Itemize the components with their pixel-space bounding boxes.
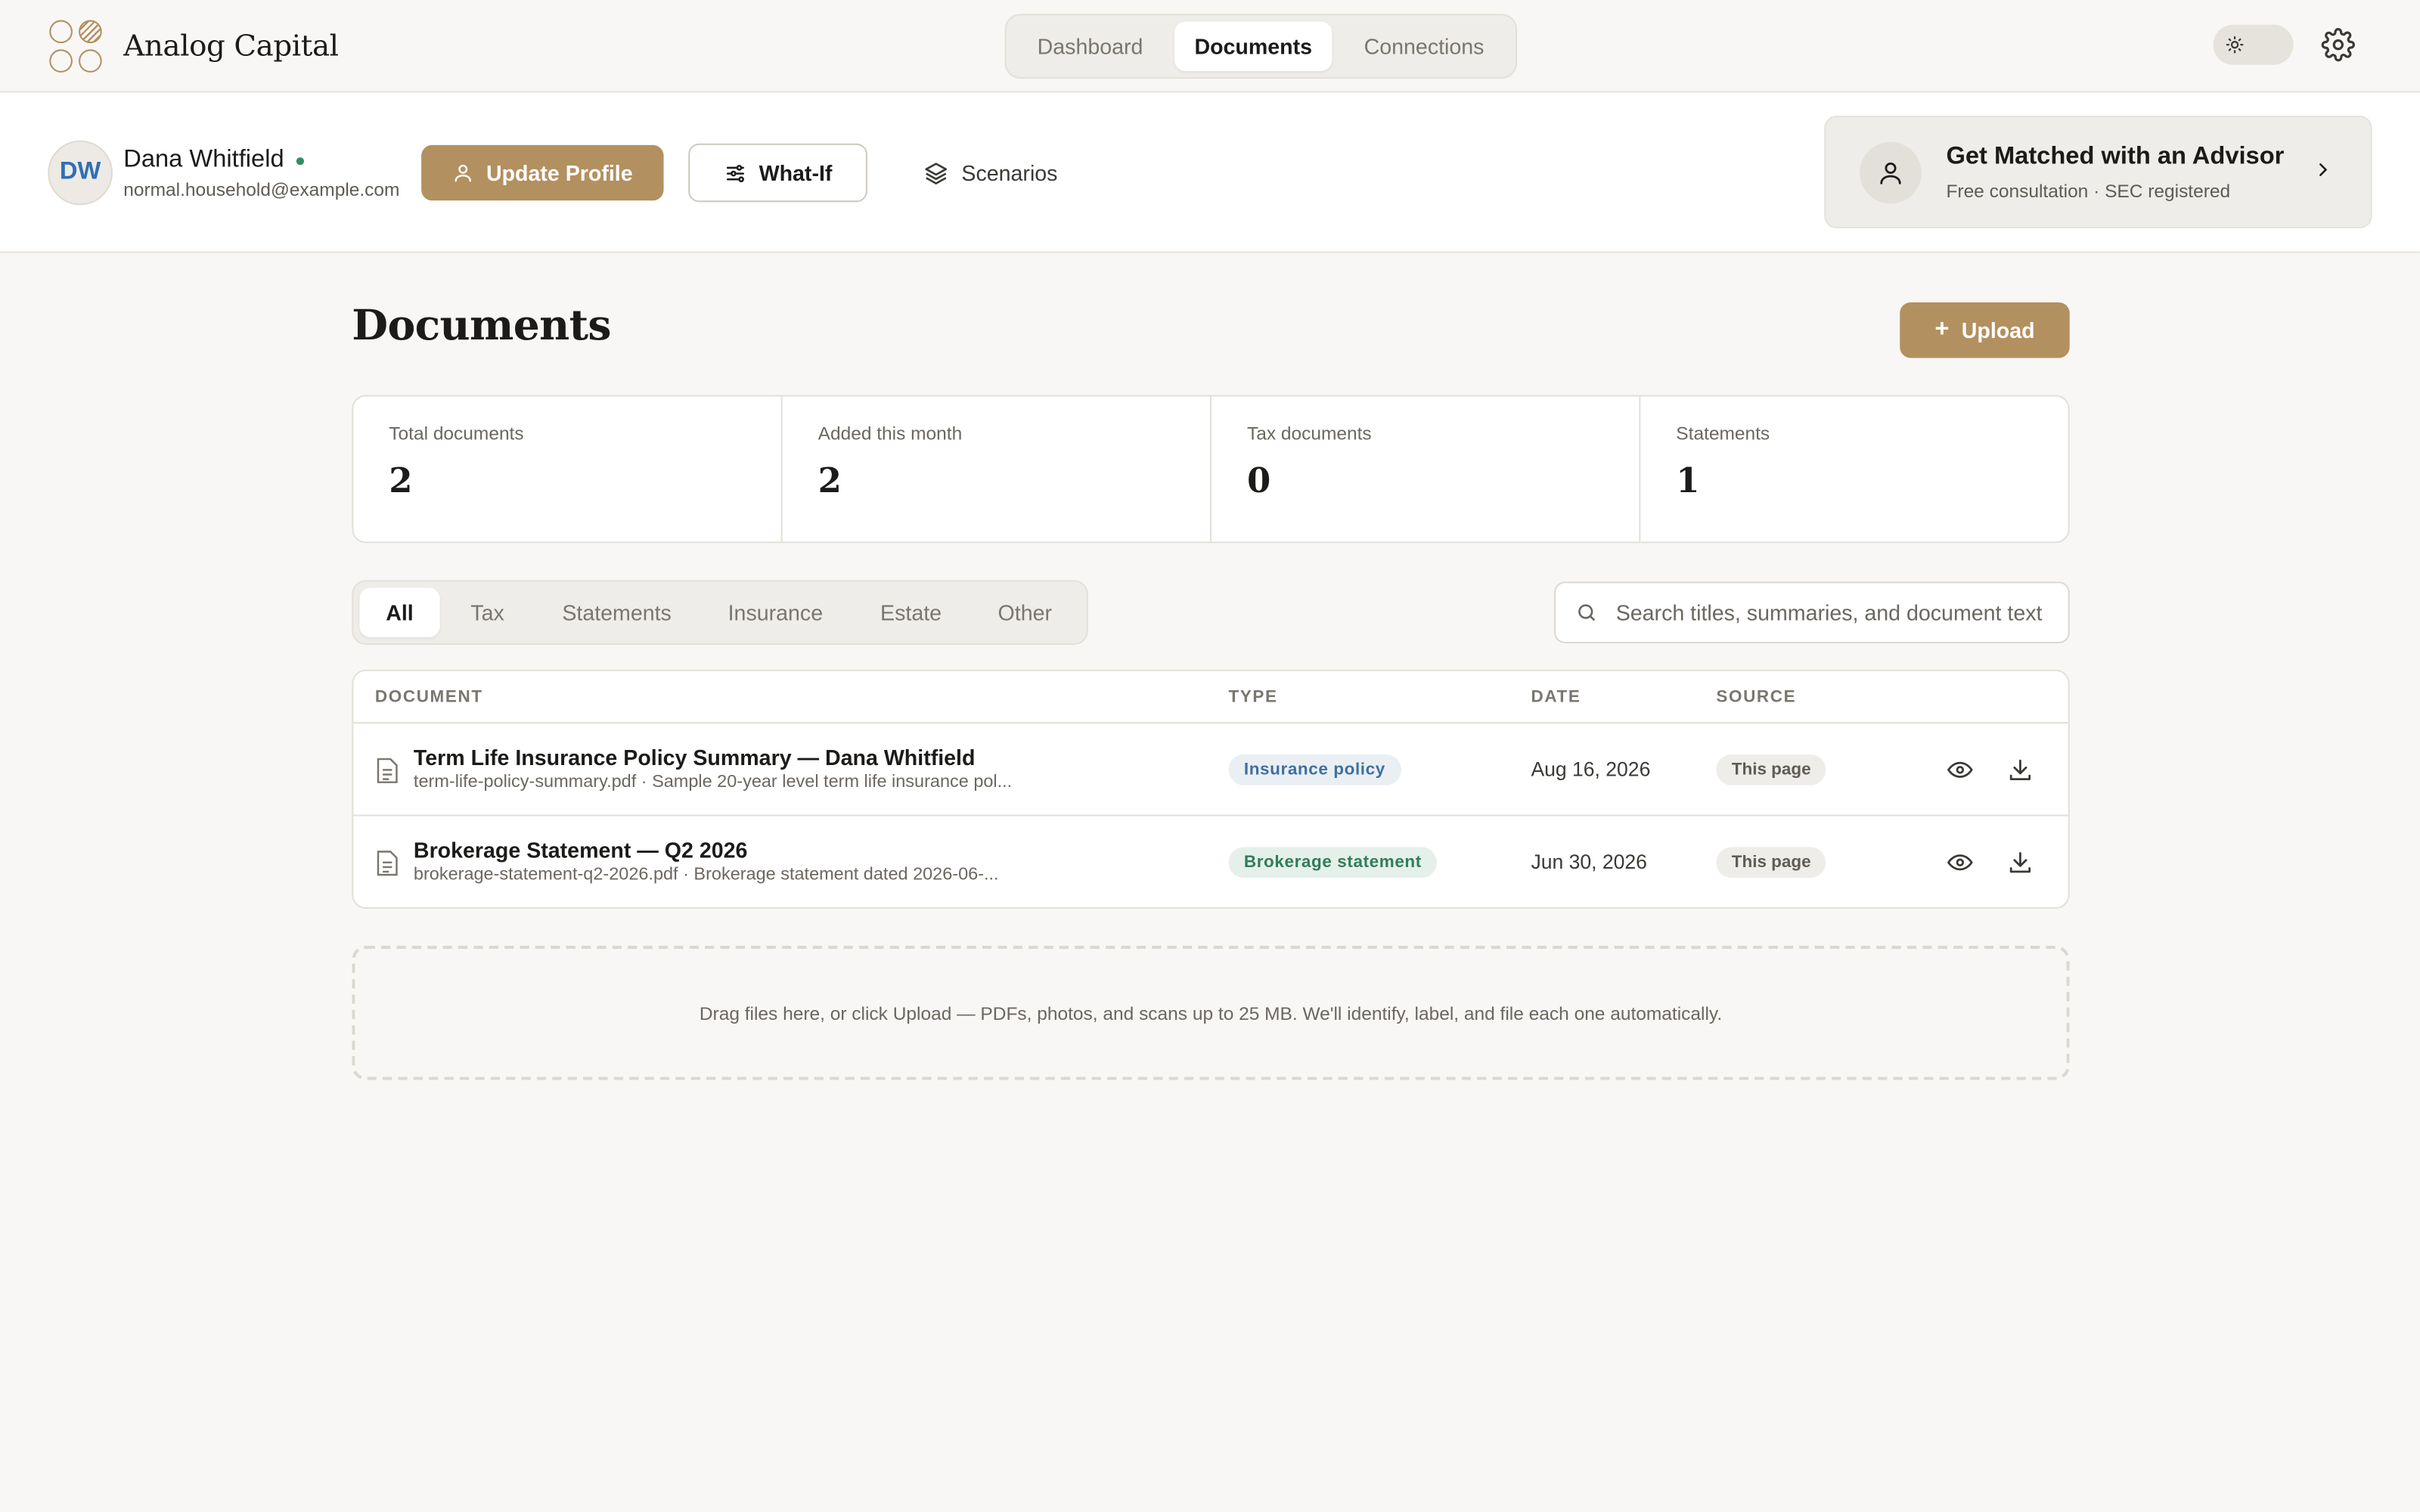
profile-email: normal.household@example.com xyxy=(123,178,400,201)
filter-other[interactable]: Other xyxy=(970,588,1081,637)
document-subtitle: term-life-policy-summary.pdf · Sample 20… xyxy=(413,773,1013,792)
sun-icon xyxy=(2220,29,2251,60)
download-icon[interactable] xyxy=(2006,756,2034,784)
download-icon[interactable] xyxy=(2006,848,2034,876)
what-if-button[interactable]: What-If xyxy=(688,143,867,203)
settings-gear-icon[interactable] xyxy=(2321,28,2355,62)
advisor-match-card[interactable]: Get Matched with an Advisor Free consult… xyxy=(1824,116,2372,229)
profile-name-row: Dana Whitfield xyxy=(123,146,305,175)
plus-icon: + xyxy=(1934,316,1950,343)
stat-statements: Statements 1 xyxy=(1640,396,2068,541)
scenarios-label: Scenarios xyxy=(961,160,1058,185)
user-icon xyxy=(455,164,472,182)
column-header-document[interactable]: DOCUMENT xyxy=(375,688,483,706)
search-icon xyxy=(1578,604,1595,621)
type-badge: Brokerage statement xyxy=(1228,847,1438,878)
type-badge: Insurance policy xyxy=(1228,754,1401,785)
brand-name: Analog Capital xyxy=(123,28,339,63)
file-text-icon xyxy=(377,850,398,876)
filter-statements[interactable]: Statements xyxy=(535,588,699,637)
table-row[interactable]: Brokerage Statement — Q2 2026 brokerage-… xyxy=(353,816,2068,907)
update-profile-label: Update Profile xyxy=(486,160,633,185)
profile-bar: DW Dana Whitfield normal.household@examp… xyxy=(0,92,2420,253)
layers-icon xyxy=(925,162,948,184)
stat-label: Added this month xyxy=(818,423,963,445)
brand[interactable]: Analog Capital xyxy=(49,17,339,73)
advisor-user-icon xyxy=(1860,141,1922,204)
theme-toggle[interactable] xyxy=(2213,24,2294,65)
stat-label: Tax documents xyxy=(1246,423,1372,445)
top-bar: Analog Capital Dashboard Documents Conne… xyxy=(0,0,2420,93)
column-header-type[interactable]: TYPE xyxy=(1228,688,1277,706)
scenarios-button[interactable]: Scenarios xyxy=(923,144,1057,203)
profile-name: Dana Whitfield xyxy=(123,146,284,173)
stat-value: 2 xyxy=(389,461,413,502)
category-filter-tabs: All Tax Statements Insurance Estate Othe… xyxy=(352,580,1088,646)
page-title: Documents xyxy=(352,302,611,351)
main-nav: Dashboard Documents Connections xyxy=(1004,14,1518,79)
document-date: Aug 16, 2026 xyxy=(1531,758,1651,781)
stat-label: Total documents xyxy=(389,423,524,445)
advisor-title: Get Matched with an Advisor xyxy=(1946,143,2285,170)
view-eye-icon[interactable] xyxy=(1946,848,1974,876)
documents-table: DOCUMENT TYPE DATE SOURCE Term Life Insu… xyxy=(352,669,2070,909)
stat-label: Statements xyxy=(1676,423,1770,445)
filter-tax[interactable]: Tax xyxy=(439,588,535,637)
advisor-subtitle: Free consultation · SEC registered xyxy=(1946,180,2231,203)
filter-insurance[interactable]: Insurance xyxy=(699,588,853,637)
table-header: DOCUMENT TYPE DATE SOURCE xyxy=(353,671,2068,724)
avatar[interactable]: DW xyxy=(48,140,113,206)
dropzone-text: Drag files here, or click Upload — PDFs,… xyxy=(699,1002,1723,1024)
view-eye-icon[interactable] xyxy=(1946,756,1974,784)
stat-value: 0 xyxy=(1246,461,1271,502)
logo-icon xyxy=(49,17,104,73)
source-badge: This page xyxy=(1716,847,1826,878)
online-status-dot xyxy=(296,156,305,165)
stat-value: 1 xyxy=(1676,461,1700,502)
tab-connections[interactable]: Connections xyxy=(1339,22,1509,71)
stat-tax-documents: Tax documents 0 xyxy=(1212,396,1641,542)
app-root: Analog Capital Dashboard Documents Conne… xyxy=(0,0,2420,1512)
table-row[interactable]: Term Life Insurance Policy Summary — Dan… xyxy=(353,723,2068,816)
stat-added-this-month: Added this month 2 xyxy=(783,396,1212,542)
search-input[interactable] xyxy=(1615,600,2055,625)
document-title[interactable]: Term Life Insurance Policy Summary — Dan… xyxy=(414,745,976,770)
sliders-icon xyxy=(726,164,744,182)
search-box xyxy=(1554,581,2070,644)
document-subtitle: brokerage-statement-q2-2026.pdf · Broker… xyxy=(413,865,999,885)
filter-all[interactable]: All xyxy=(359,587,440,637)
document-date: Jun 30, 2026 xyxy=(1531,850,1647,874)
column-header-date[interactable]: DATE xyxy=(1531,688,1581,706)
what-if-label: What-If xyxy=(759,160,833,185)
upload-label: Upload xyxy=(1961,318,2035,343)
stats-summary: Total documents 2 Added this month 2 Tax… xyxy=(352,395,2070,544)
update-profile-button[interactable]: Update Profile xyxy=(421,144,664,201)
tab-documents[interactable]: Documents xyxy=(1174,21,1333,71)
chevron-right-icon xyxy=(2313,159,2332,184)
upload-dropzone[interactable]: Drag files here, or click Upload — PDFs,… xyxy=(352,946,2070,1080)
upload-button[interactable]: + Upload xyxy=(1900,302,2070,358)
stat-value: 2 xyxy=(818,461,842,502)
stat-total-documents: Total documents 2 xyxy=(353,396,783,542)
source-badge: This page xyxy=(1716,754,1826,785)
document-title[interactable]: Brokerage Statement — Q2 2026 xyxy=(414,838,747,863)
file-text-icon xyxy=(377,758,398,783)
column-header-source[interactable]: SOURCE xyxy=(1716,688,1796,706)
filter-estate[interactable]: Estate xyxy=(852,588,970,637)
tab-dashboard[interactable]: Dashboard xyxy=(1013,22,1168,71)
